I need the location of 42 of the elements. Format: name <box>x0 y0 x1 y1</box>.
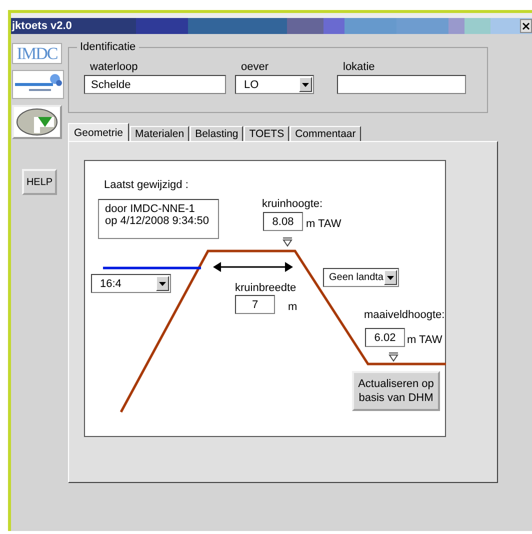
group-title: Identificatie <box>77 41 139 53</box>
field-label: waterloop <box>89 61 139 73</box>
text-field[interactable]: Schelde <box>84 75 226 94</box>
tab[interactable]: TOETS <box>244 126 290 141</box>
dropdown-arrow-button[interactable] <box>384 270 397 285</box>
caret-icon <box>159 282 166 286</box>
unit-label: m TAW <box>407 334 442 346</box>
partner-logo-icon <box>12 70 64 99</box>
caret-icon <box>302 82 309 86</box>
dropdown-field[interactable]: LO <box>235 75 314 94</box>
tab[interactable]: Materialen <box>130 126 190 141</box>
tab[interactable]: Commentaar <box>290 126 361 141</box>
ground-level-label: maaiveldhoogte: <box>364 309 445 321</box>
help-button[interactable]: HELP <box>22 169 57 195</box>
last-modified-line: door IMDC-NNE-1 <box>105 203 196 215</box>
close-button[interactable]: × <box>520 19 532 33</box>
company-logo: IMDC <box>12 43 62 64</box>
crest-height-field[interactable]: 8.08 <box>263 212 303 231</box>
text-field[interactable] <box>337 75 466 94</box>
last-modified-label: Laatst gewijzigd : <box>104 179 188 191</box>
caret-icon <box>387 276 394 280</box>
crest-width-field[interactable]: 7 <box>235 295 275 314</box>
landside-dropdown[interactable]: Geen landta <box>323 268 399 287</box>
slope-dropdown[interactable]: 16:4 <box>91 274 171 293</box>
dropdown-arrow-button[interactable] <box>299 77 312 92</box>
tab[interactable]: Geometrie <box>68 123 130 141</box>
field-label: lokatie <box>342 61 376 73</box>
app-logo-button[interactable] <box>12 105 62 139</box>
unit-label: m TAW <box>306 218 342 230</box>
level-marker-icon <box>282 238 292 247</box>
crest-height-label: kruinhoogte: <box>262 198 323 210</box>
tab[interactable]: Belasting <box>190 126 244 141</box>
unit-label: m <box>288 301 298 313</box>
update-button[interactable]: Actualiseren op basis van DHM <box>352 371 440 411</box>
last-modified-line: op 4/12/2008 9:34:50 <box>105 215 210 227</box>
window-title: jktoets v2.0 <box>11 20 72 32</box>
level-marker-icon <box>388 352 398 362</box>
dike-logo-icon <box>16 108 58 136</box>
ground-level-field[interactable]: 6.02 <box>365 328 405 347</box>
crest-width-label: kruinbreedte <box>235 282 296 294</box>
dropdown-arrow-button[interactable] <box>156 276 169 291</box>
field-label: oever <box>240 61 270 73</box>
